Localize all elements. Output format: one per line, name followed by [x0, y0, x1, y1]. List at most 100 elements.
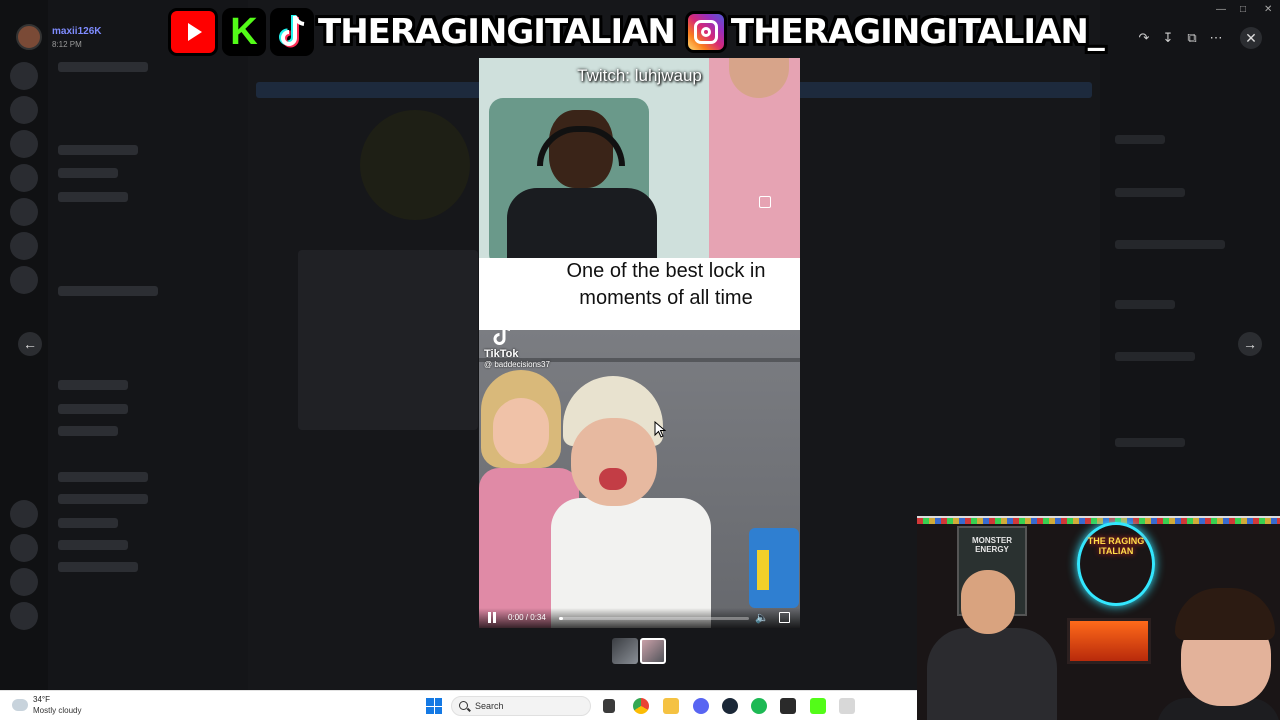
avatar[interactable] [16, 24, 42, 50]
tiktok-icon [270, 8, 314, 56]
search-label: Search [475, 701, 504, 711]
minimize-icon[interactable]: — [1216, 4, 1226, 15]
windows-start-icon[interactable] [426, 698, 442, 714]
server-name [58, 62, 148, 72]
tiktok-username: @ baddecisions37 [484, 360, 550, 369]
person-2-hair [1175, 588, 1275, 640]
maximize-icon[interactable]: □ [1240, 4, 1246, 15]
server-icon[interactable] [10, 266, 38, 294]
fridge-label: MONSTER ENERGY [972, 536, 1012, 554]
server-icon[interactable] [10, 130, 38, 158]
weather-icon[interactable] [12, 695, 28, 711]
kick-app-icon[interactable] [810, 698, 826, 714]
channel-item[interactable] [58, 145, 138, 155]
channel-item[interactable] [58, 404, 128, 414]
arrow-right-icon[interactable]: → [1238, 332, 1262, 356]
square-marker-icon [759, 196, 771, 208]
screen: maxii126K 8:12 PM — □ ✕ K THERAGINGITALI… [0, 0, 1280, 720]
open-external-icon[interactable]: ⧉ [1184, 30, 1200, 46]
channel-item[interactable] [58, 472, 148, 482]
weather-temperature[interactable]: 34°F [33, 695, 50, 704]
server-icon[interactable] [10, 232, 38, 260]
chat-image[interactable] [298, 250, 478, 430]
more-icon[interactable]: ⋯ [1208, 30, 1224, 46]
server-icon[interactable] [10, 164, 38, 192]
channel-item[interactable] [58, 426, 118, 436]
video-boy-face [571, 418, 657, 506]
video-player[interactable]: Twitch: luhjwaup One of the best lock in… [479, 58, 800, 628]
instagram-icon [684, 11, 727, 53]
search-box[interactable]: Search [451, 696, 591, 716]
member-item[interactable] [1115, 188, 1185, 197]
seek-bar[interactable] [559, 617, 749, 620]
channel-item[interactable] [58, 168, 118, 178]
channel-item[interactable] [58, 562, 138, 572]
chrome-icon[interactable] [633, 698, 649, 714]
attachment-thumbnail-selected[interactable] [640, 638, 666, 664]
download-icon[interactable]: ↧ [1160, 30, 1176, 46]
kick-icon: K [222, 8, 266, 56]
chat-emoji [360, 110, 470, 220]
cursor-icon [654, 421, 666, 438]
caption-line-1: One of the best lock in [566, 260, 766, 282]
server-icon[interactable] [10, 568, 38, 596]
server-icon[interactable] [10, 602, 38, 630]
handle-right: THERAGINGITALIAN_ [730, 12, 1105, 52]
caption-line-2: moments of all time [579, 287, 753, 309]
video-time: 0:00 / 0:34 [508, 613, 546, 622]
channel-item[interactable] [58, 518, 118, 528]
search-icon [459, 701, 468, 710]
fullscreen-icon[interactable] [779, 612, 790, 623]
steam-icon[interactable] [722, 698, 738, 714]
server-icon[interactable] [10, 96, 38, 124]
file-explorer-icon[interactable] [663, 698, 679, 714]
member-item[interactable] [1115, 438, 1185, 447]
arrow-left-icon[interactable]: ← [18, 332, 42, 356]
server-icon[interactable] [10, 500, 38, 528]
neon-sign-text: THE RAGING ITALIAN [1087, 536, 1145, 556]
person-1-body [927, 628, 1057, 720]
server-icon[interactable] [10, 62, 38, 90]
kick-letter: K [230, 10, 258, 53]
spotify-icon[interactable] [751, 698, 767, 714]
webcam-overlay: MONSTER ENERGY THE RAGING ITALIAN [917, 516, 1280, 720]
member-item[interactable] [1115, 300, 1175, 309]
member-item[interactable] [1115, 135, 1165, 144]
close-icon[interactable]: ✕ [1240, 27, 1262, 49]
handle-left: THERAGINGITALIAN [318, 12, 676, 52]
seek-progress [559, 617, 563, 620]
video-controls: 0:00 / 0:34 🔈 [479, 608, 800, 628]
string-lights [917, 518, 1280, 524]
video-toy-part [757, 550, 769, 590]
channel-item[interactable] [58, 380, 128, 390]
fireplace [1067, 618, 1151, 664]
video-caption: One of the best lock in moments of all t… [541, 258, 791, 312]
forward-icon[interactable]: ↷ [1136, 30, 1152, 46]
server-icon[interactable] [10, 198, 38, 226]
pause-icon[interactable] [487, 612, 497, 624]
weather-condition[interactable]: Mostly cloudy [33, 706, 81, 715]
channel-item[interactable] [58, 192, 128, 202]
person-1-head [961, 570, 1015, 634]
task-view-icon[interactable] [603, 699, 615, 713]
channel-item[interactable] [58, 540, 128, 550]
volume-icon[interactable]: 🔈 [755, 611, 769, 624]
app-icon[interactable] [839, 698, 855, 714]
channel-list [48, 0, 248, 690]
server-icon[interactable] [10, 534, 38, 562]
channel-item[interactable] [58, 494, 148, 504]
user-name[interactable]: maxii126K [52, 26, 112, 37]
youtube-icon [168, 8, 218, 56]
tiktok-brand: TikTok [484, 348, 519, 360]
video-boy-mouth [599, 468, 627, 490]
attachment-thumbnail[interactable] [612, 638, 638, 664]
video-girl-face [493, 398, 549, 464]
window-close-icon[interactable]: ✕ [1264, 4, 1272, 15]
member-item[interactable] [1115, 240, 1225, 249]
neon-sign [1077, 522, 1155, 606]
epic-games-icon[interactable] [780, 698, 796, 714]
discord-icon[interactable] [693, 698, 709, 714]
channel-item[interactable] [58, 286, 158, 296]
social-banner: K THERAGINGITALIAN THERAGINGITALIAN_ [168, 6, 1105, 58]
member-item[interactable] [1115, 352, 1195, 361]
